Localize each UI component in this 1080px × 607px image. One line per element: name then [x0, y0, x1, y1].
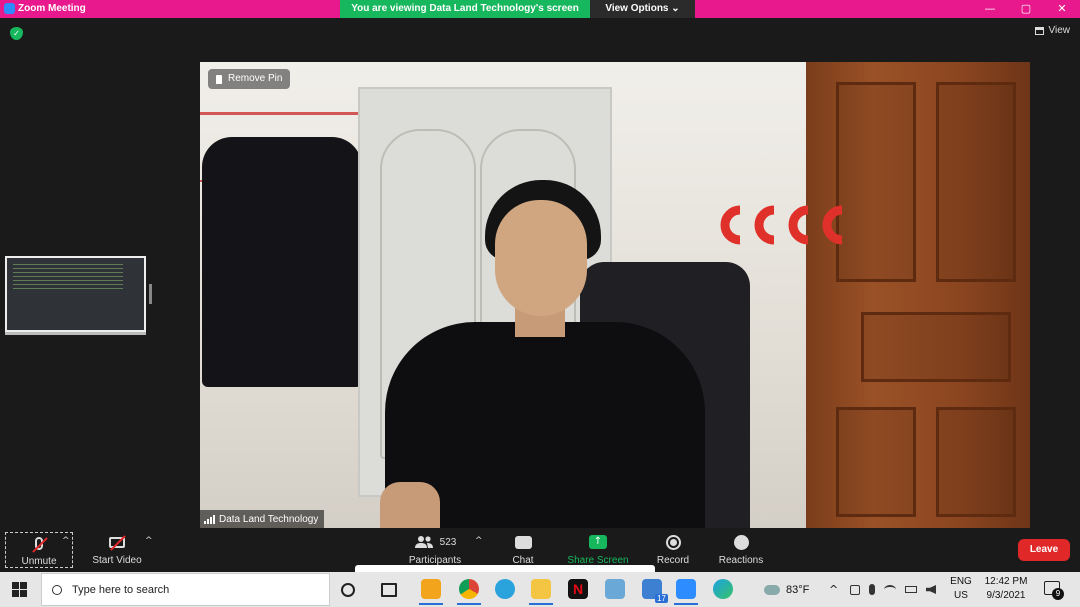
view-button[interactable]: View: [1034, 25, 1071, 36]
file-explorer-icon[interactable]: [529, 579, 553, 605]
start-video-label: Start Video: [92, 555, 142, 566]
record-icon: [665, 534, 681, 550]
participant-name: Data Land Technology: [219, 513, 319, 525]
record-button[interactable]: Record: [652, 532, 694, 566]
netflix-icon[interactable]: N: [568, 579, 588, 599]
code-preview: [13, 264, 123, 290]
grid-icon: [1034, 26, 1044, 35]
shared-screen-thumbnail[interactable]: [5, 256, 146, 332]
keyboard-region: US: [954, 590, 968, 601]
viewing-screen-banner: You are viewing Data Land Technology's s…: [340, 0, 590, 18]
wall-logo: [720, 205, 843, 245]
notes-icon[interactable]: [605, 579, 625, 599]
participants-icon: [414, 536, 433, 548]
window-title: Zoom Meeting: [18, 3, 86, 14]
remove-pin-button[interactable]: Remove Pin: [208, 69, 291, 89]
participant-name-tag: Data Land Technology: [200, 510, 325, 528]
volume-icon[interactable]: [926, 585, 936, 594]
share-screen-icon: ↑: [589, 535, 607, 549]
title-bar: Zoom Meeting You are viewing Data Land T…: [0, 0, 1080, 18]
leave-button[interactable]: Leave: [1018, 539, 1070, 561]
mail-badge: 17: [655, 594, 668, 603]
pinned-video[interactable]: Remove Pin Data Land Technology: [200, 62, 1030, 528]
start-video-button[interactable]: Start Video: [88, 532, 146, 566]
thumbnail-caption-strip: [5, 332, 146, 335]
microphone-icon[interactable]: [869, 584, 875, 595]
video-person-arm: [380, 482, 440, 528]
minimize-button[interactable]: —: [972, 0, 1008, 18]
language-code: ENG: [950, 576, 972, 587]
thumbnail-resize-handle[interactable]: [149, 284, 152, 304]
language-indicator[interactable]: ENG US: [946, 575, 976, 603]
tray-overflow-caret[interactable]: ^: [829, 572, 838, 607]
unmute-label: Unmute: [21, 556, 57, 567]
notification-count: 9: [1052, 588, 1064, 600]
view-options-button[interactable]: View Options ⌄: [590, 0, 695, 18]
windows-start-icon[interactable]: [12, 582, 27, 597]
meeting-toolbar: Unmute ^ Start Video ^ 523 Participants …: [0, 528, 1080, 572]
video-hanging-coat: [202, 137, 362, 387]
taskbar-clock[interactable]: 12:42 PM 9/3/2021: [978, 575, 1034, 603]
taskbar-search-box[interactable]: Type here to search: [41, 573, 330, 606]
signal-icon: [204, 514, 215, 524]
pin-icon: [216, 74, 222, 84]
battery-icon[interactable]: [905, 586, 917, 593]
weather-widget[interactable]: 83°F: [764, 572, 809, 607]
camera-off-icon: [109, 534, 126, 551]
weather-cloud-icon: [764, 584, 780, 595]
audio-options-caret[interactable]: ^: [62, 536, 70, 546]
telegram-icon[interactable]: [495, 579, 515, 599]
reactions-icon: [733, 534, 749, 550]
meet-now-icon[interactable]: [850, 584, 860, 595]
view-options-label: View Options: [605, 3, 669, 14]
participants-options-caret[interactable]: ^: [475, 536, 483, 546]
maximize-button[interactable]: ▢: [1008, 0, 1044, 18]
sublime-text-icon[interactable]: [419, 579, 443, 605]
zoom-app-icon: [4, 3, 15, 14]
mic-muted-icon: [32, 536, 48, 553]
edge-icon[interactable]: [713, 579, 733, 599]
cortana-icon[interactable]: [341, 583, 355, 597]
search-placeholder: Type here to search: [72, 583, 170, 596]
weather-temp: 83°F: [786, 583, 810, 596]
task-view-icon[interactable]: [381, 583, 397, 597]
windows-taskbar: Type here to search N 17 83°F ^ ENG US 1…: [0, 572, 1080, 607]
chat-button[interactable]: Chat: [505, 532, 541, 566]
record-label: Record: [656, 555, 690, 566]
mail-icon[interactable]: 17: [642, 579, 668, 603]
view-label: View: [1048, 25, 1071, 36]
video-wooden-door: [806, 62, 1030, 528]
clock-time: 12:42 PM: [984, 576, 1028, 587]
chevron-down-icon: ⌄: [671, 3, 680, 14]
system-tray-icons: [850, 572, 936, 607]
video-options-caret[interactable]: ^: [145, 536, 153, 546]
shield-icon[interactable]: ✓: [10, 27, 23, 40]
wifi-icon[interactable]: [884, 585, 896, 594]
share-screen-button[interactable]: ↑ Share Screen: [564, 532, 632, 566]
reactions-button[interactable]: Reactions: [714, 532, 768, 566]
close-button[interactable]: ✕: [1044, 0, 1080, 18]
zoom-taskbar-icon[interactable]: [674, 579, 698, 605]
participants-button[interactable]: 523 Participants: [400, 532, 470, 566]
chat-icon: [514, 535, 532, 549]
window-controls: — ▢ ✕: [972, 0, 1080, 18]
reactions-label: Reactions: [718, 555, 764, 566]
clock-date: 9/3/2021: [986, 590, 1026, 601]
search-icon: [52, 584, 62, 595]
share-popup-edge: [355, 565, 655, 572]
video-person-face: [495, 200, 587, 316]
chrome-icon[interactable]: [457, 579, 481, 605]
remove-pin-label: Remove Pin: [228, 73, 283, 84]
meeting-area: ✓ View Remove Pin Data Land Technology: [0, 18, 1080, 528]
participant-count: 523: [439, 536, 457, 548]
